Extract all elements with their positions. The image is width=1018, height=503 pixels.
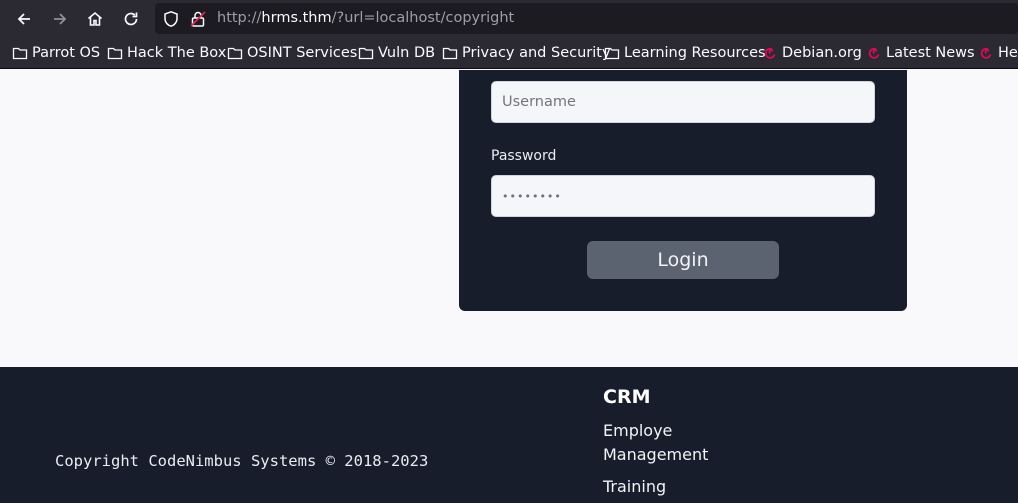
bookmark-help[interactable]: He bbox=[978, 44, 1018, 62]
copyright-text: Copyright CodeNimbus Systems © 2018-2023 bbox=[55, 452, 429, 470]
debian-icon bbox=[866, 45, 882, 61]
url-text[interactable]: http://hrms.thm/?url=localhost/copyright bbox=[217, 10, 514, 26]
bookmark-debian-org[interactable]: Debian.org bbox=[762, 44, 862, 62]
back-arrow-icon bbox=[17, 13, 30, 25]
back-button[interactable] bbox=[11, 6, 37, 32]
folder-icon bbox=[442, 45, 458, 61]
debian-icon bbox=[762, 45, 778, 61]
password-label: Password bbox=[491, 148, 557, 164]
browser-toolbar: http://hrms.thm/?url=localhost/copyright bbox=[0, 0, 1018, 37]
folder-icon bbox=[604, 45, 620, 61]
bookmark-parrot-os[interactable]: Parrot OS bbox=[12, 44, 100, 62]
address-bar[interactable]: http://hrms.thm/?url=localhost/copyright bbox=[155, 3, 1018, 34]
bookmark-privacy-and-security[interactable]: Privacy and Security bbox=[442, 44, 611, 62]
folder-icon bbox=[12, 45, 28, 61]
footer-link-training[interactable]: Training bbox=[603, 475, 666, 499]
username-input[interactable] bbox=[491, 81, 875, 123]
bookmark-hack-the-box[interactable]: Hack The Box bbox=[107, 44, 226, 62]
debian-icon bbox=[978, 45, 994, 61]
folder-icon bbox=[227, 45, 243, 61]
login-card: Password •••••••• Login bbox=[459, 70, 907, 311]
bookmark-latest-news[interactable]: Latest News bbox=[866, 44, 975, 62]
reload-button[interactable] bbox=[118, 6, 144, 32]
forward-arrow-icon bbox=[54, 13, 67, 25]
shield-icon[interactable] bbox=[162, 10, 180, 28]
insecure-lock-icon[interactable] bbox=[189, 10, 207, 28]
bookmark-vuln-db[interactable]: Vuln DB bbox=[358, 44, 435, 62]
forward-button[interactable] bbox=[47, 6, 73, 32]
password-input[interactable]: •••••••• bbox=[491, 175, 875, 217]
footer-crm-heading: CRM bbox=[603, 386, 651, 408]
bookmark-learning-resources[interactable]: Learning Resources bbox=[604, 44, 766, 62]
login-button[interactable]: Login bbox=[587, 241, 779, 279]
footer-link-employe[interactable]: Employe bbox=[603, 419, 672, 443]
folder-icon bbox=[358, 45, 374, 61]
reload-icon bbox=[124, 12, 138, 26]
folder-icon bbox=[107, 45, 123, 61]
bookmark-osint-services[interactable]: OSINT Services bbox=[227, 44, 357, 62]
bookmarks-bar: Parrot OS Hack The Box OSINT Services Vu… bbox=[0, 37, 1018, 69]
page-footer: Copyright CodeNimbus Systems © 2018-2023… bbox=[0, 367, 1018, 503]
footer-link-management[interactable]: Management bbox=[603, 443, 708, 467]
home-icon bbox=[87, 11, 103, 26]
home-button[interactable] bbox=[82, 6, 108, 32]
